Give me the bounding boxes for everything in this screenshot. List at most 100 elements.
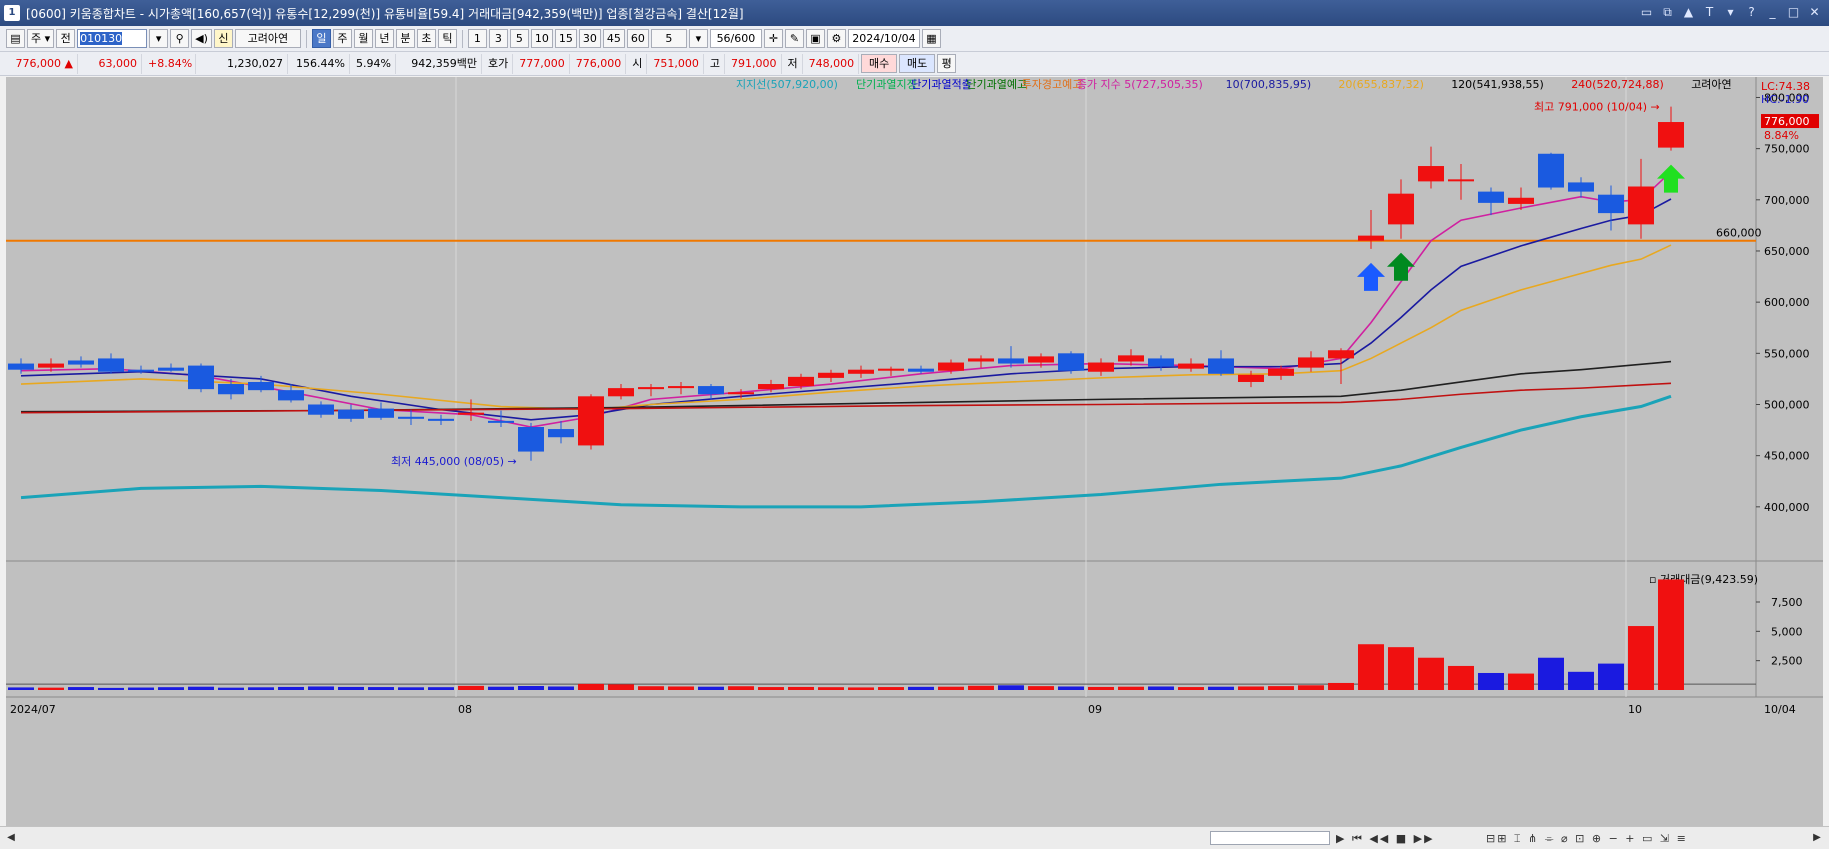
period-tab-3[interactable]: 년 [374, 29, 394, 48]
help-icon[interactable]: ? [1743, 4, 1760, 21]
text-icon[interactable]: T [1701, 4, 1718, 21]
lc-label: LC:74.38 [1761, 80, 1810, 93]
price-tick-label: 400,000 [1764, 501, 1810, 514]
volume-bar [668, 686, 694, 690]
settings-icon[interactable]: ▾ [1722, 4, 1739, 21]
volume-bar [428, 687, 454, 690]
period-tab-4[interactable]: 분 [395, 29, 415, 48]
interval-tab-1[interactable]: 3 [488, 29, 508, 48]
interval-tab-0[interactable]: 1 [467, 29, 487, 48]
candle-body [608, 388, 634, 397]
volume-bar [1238, 686, 1264, 690]
window-titlebar: 1 [0600] 키움종합차트 - 시가총액[160,657(억)] 유통수[1… [0, 0, 1829, 26]
volume-bar [1088, 686, 1114, 690]
chart-area[interactable]: 400,000 450,000 500,000 550,000 600,000 650,0… [6, 77, 1823, 829]
calendar-icon[interactable]: ▦ [921, 29, 941, 48]
interval-dropdown-icon[interactable]: ▾ [688, 29, 708, 48]
minimize-icon[interactable]: _ [1764, 4, 1781, 21]
period-tab-5[interactable]: 초 [416, 29, 436, 48]
xaxis-label-1: 08 [458, 703, 472, 716]
playback-controls[interactable]: ▶ ⏮ ◀◀ ■ ▶▶ [1336, 831, 1435, 846]
volume-bar [1448, 665, 1474, 690]
min-annotation: 최저 445,000 (08/05) → [391, 455, 517, 468]
close-icon[interactable]: ✕ [1806, 4, 1823, 21]
volume-bar [878, 687, 904, 690]
draw-icon[interactable]: ✎ [784, 29, 804, 48]
interval-tab-2[interactable]: 5 [509, 29, 529, 48]
candle-body [1418, 166, 1444, 182]
candle-body [998, 358, 1024, 364]
candle-body [1598, 194, 1624, 214]
gear-icon[interactable]: ⚙ [826, 29, 846, 48]
candle-body [158, 367, 184, 371]
chart-tool-icons[interactable]: ⊟⊞ ⌶ ⋔ ⌯ ⌀ ⊡ ⊕ − + ▭ ⇲ ≡ [1486, 831, 1688, 846]
candle-body [38, 363, 64, 368]
average-button[interactable]: 평 [937, 54, 957, 73]
period-tab-1[interactable]: 주 [332, 29, 352, 48]
candle-body [1538, 153, 1564, 188]
code-dropdown-icon[interactable]: ▾ [149, 29, 169, 48]
restore-icon[interactable]: □ [1785, 4, 1802, 21]
xaxis-label-4: 10/04 [1764, 703, 1796, 716]
period-select[interactable]: 주 ▾ [27, 29, 55, 48]
link-icon[interactable]: ▭ [1638, 4, 1655, 21]
price-chart[interactable]: 400,000 450,000 500,000 550,000 600,000 650,0… [6, 77, 1823, 829]
volume-bar [548, 686, 574, 690]
volume-bar [818, 687, 844, 690]
volume-tick-label: 7,500 [1771, 596, 1803, 609]
volume-bar [518, 686, 544, 690]
menu-icon[interactable]: ▤ [6, 29, 25, 48]
level-line-label: 660,000 [1716, 227, 1762, 240]
volume-bar [8, 687, 34, 690]
high-price: 791,000 [727, 53, 782, 74]
window-title: [0600] 키움종합차트 - 시가총액[160,657(억)] 유통수[12,… [26, 6, 744, 21]
low-price: 748,000 [805, 53, 860, 74]
candle-body [728, 392, 754, 395]
interval-tab-4[interactable]: 15 [554, 29, 577, 48]
chart-scrollbar[interactable]: ◀ ▶ ⏮ ◀◀ ■ ▶▶ ⊟⊞ ⌶ ⋔ ⌯ ⌀ ⊡ ⊕ − + ▭ ⇲ ≡ ▶ [0, 826, 1829, 849]
volume-bar [1388, 647, 1414, 690]
candle-body [788, 376, 814, 387]
interval-tab-3[interactable]: 10 [530, 29, 553, 48]
candle-body [938, 362, 964, 371]
candle-body [848, 369, 874, 374]
interval-tab-5[interactable]: 30 [578, 29, 601, 48]
crosshair-icon[interactable]: ✛ [763, 29, 783, 48]
candle-body [128, 369, 154, 372]
prev-button[interactable]: 전 [56, 29, 76, 48]
period-tab-0[interactable]: 일 [311, 29, 331, 48]
buy-button[interactable]: 매수 [861, 54, 898, 73]
volume-tick-label: 5,000 [1771, 625, 1803, 638]
period-tab-2[interactable]: 월 [353, 29, 373, 48]
speaker-icon[interactable]: ◀) [191, 29, 212, 48]
legend-item-4: 투자경고예고 [1022, 78, 1083, 91]
candle-body [1388, 193, 1414, 225]
period-tab-6[interactable]: 틱 [437, 29, 457, 48]
interval-tab-6[interactable]: 45 [602, 29, 625, 48]
high-label: 고 [706, 53, 725, 74]
volume-bar [158, 687, 184, 690]
count-display[interactable]: 56/600 [709, 29, 762, 48]
app-icon: 1 [4, 5, 20, 21]
interval-tab-7[interactable]: 60 [626, 29, 649, 48]
pin-icon[interactable]: ▲ [1680, 4, 1697, 21]
change-percent: +8.84% [144, 53, 196, 74]
search-icon[interactable]: ⚲ [170, 29, 190, 48]
scroll-thumb[interactable] [1210, 831, 1330, 845]
low-label: 저 [784, 53, 803, 74]
interval-input[interactable]: 5 [650, 29, 687, 48]
candle-body [398, 416, 424, 419]
stock-code-input[interactable]: 010130 [77, 29, 148, 48]
candle-body [1118, 355, 1144, 362]
volume-bar [278, 686, 304, 690]
sell-button[interactable]: 매도 [899, 54, 936, 73]
tile-icon[interactable]: ⧉ [1659, 4, 1676, 21]
candle-body [578, 396, 604, 446]
scroll-right-icon[interactable]: ▶ [1810, 830, 1824, 846]
save-icon[interactable]: ▣ [805, 29, 825, 48]
volume-bar [1418, 657, 1444, 690]
volume-bar [1478, 672, 1504, 690]
scroll-left-icon[interactable]: ◀ [4, 830, 18, 846]
date-input[interactable]: 2024/10/04 [847, 29, 920, 48]
candle-body [1088, 362, 1114, 372]
